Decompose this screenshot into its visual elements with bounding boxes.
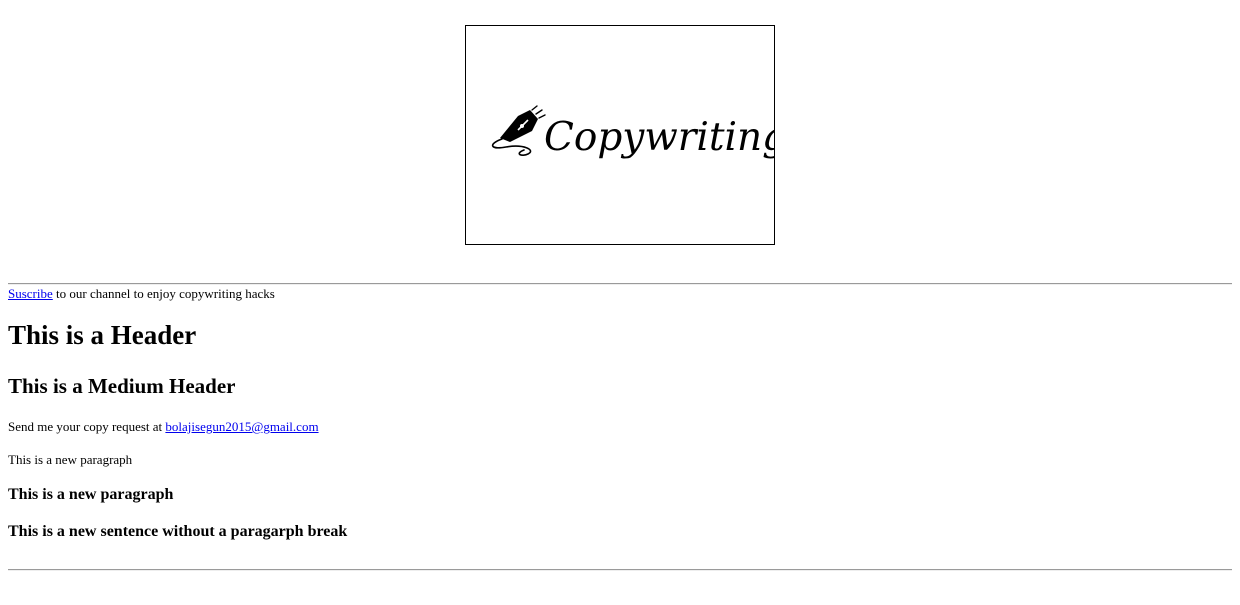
bold-sentence: This is a new sentence without a paragar… [8,523,348,540]
plain-paragraph: This is a new paragraph [8,452,133,467]
fountain-pen-nib-icon [491,105,546,157]
bold-paragraph: This is a new paragraph [8,486,174,503]
contact-prefix: Send me your copy request at [8,419,166,434]
page: Copywriting Suscribe to our channel to e… [0,0,1240,605]
horizontal-rule-bottom [8,569,1232,571]
horizontal-rule-top [8,283,1232,285]
subscribe-text: to our channel to enjoy copywriting hack… [52,286,275,301]
logo-text: Copywriting [544,115,774,160]
subscribe-paragraph: Suscribe to our channel to enjoy copywri… [8,286,275,302]
copywriting-logo: Copywriting [491,105,774,160]
subscribe-link[interactable]: Suscribe [8,286,53,301]
contact-paragraph: Send me your copy request at bolajisegun… [8,419,319,435]
email-link[interactable]: bolajisegun2015@gmail.com [165,419,318,434]
medium-header: This is a Medium Header [8,374,236,398]
main-header: This is a Header [8,320,197,350]
logo-image: Copywriting [465,25,775,245]
